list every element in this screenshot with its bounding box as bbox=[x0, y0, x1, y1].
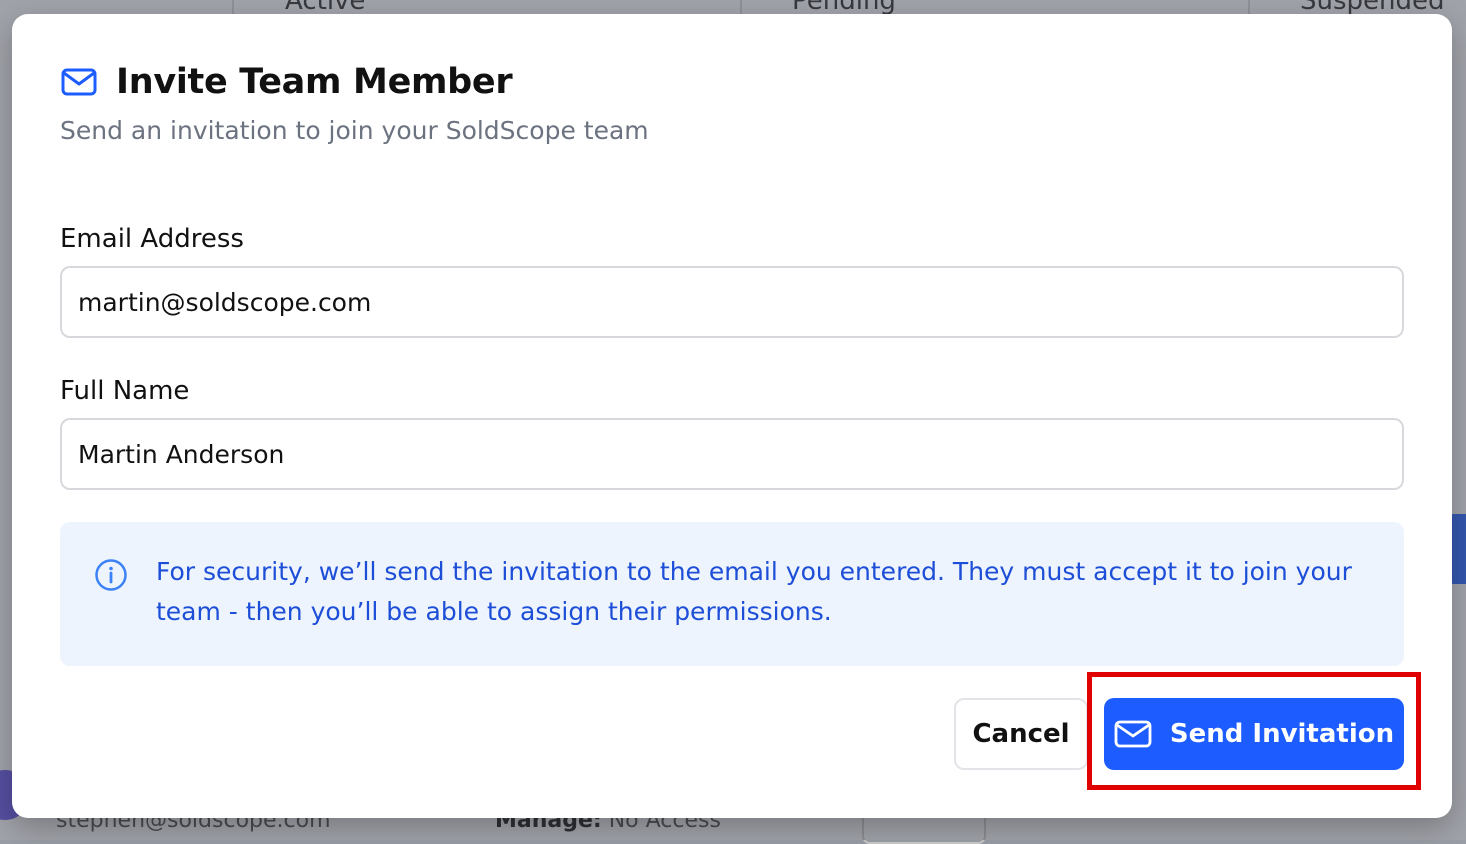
modal-subtitle: Send an invitation to join your SoldScop… bbox=[60, 116, 649, 145]
cancel-button[interactable]: Cancel bbox=[954, 698, 1088, 770]
mail-icon bbox=[60, 63, 98, 101]
email-label: Email Address bbox=[60, 224, 244, 254]
modal-header: Invite Team Member bbox=[60, 62, 513, 102]
email-field[interactable] bbox=[60, 266, 1404, 338]
full-name-label: Full Name bbox=[60, 376, 190, 406]
highlight-box bbox=[1087, 672, 1421, 790]
security-notice: For security, we’ll send the invitation … bbox=[60, 522, 1404, 666]
modal-title: Invite Team Member bbox=[116, 62, 513, 102]
security-notice-text: For security, we’ll send the invitation … bbox=[156, 557, 1352, 626]
full-name-field[interactable] bbox=[60, 418, 1404, 490]
info-icon bbox=[94, 558, 128, 592]
